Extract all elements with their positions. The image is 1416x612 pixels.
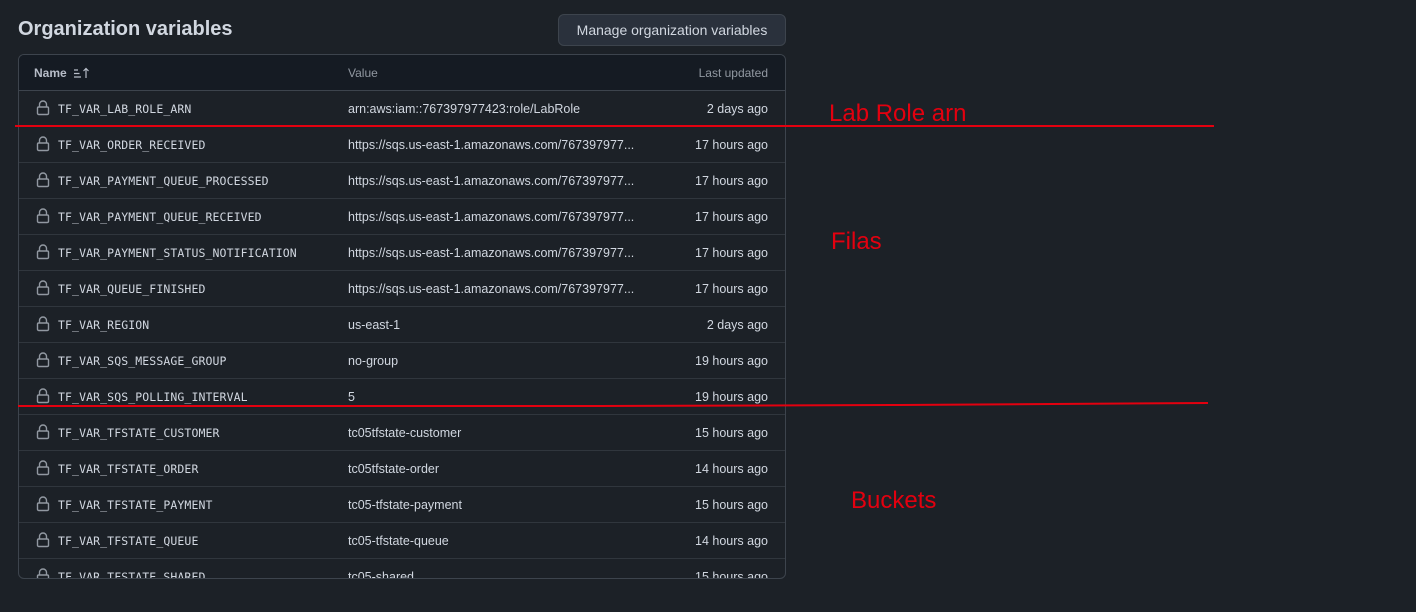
lock-icon bbox=[36, 424, 50, 440]
table-row[interactable]: TF_VAR_SQS_MESSAGE_GROUP no-group 19 hours… bbox=[19, 343, 785, 379]
variable-value: tc05-tfstate-queue bbox=[348, 533, 449, 548]
lock-icon bbox=[36, 100, 50, 116]
variable-name[interactable]: TF_VAR_ORDER_RECEIVED bbox=[58, 138, 206, 152]
variable-last-updated: 2 days ago bbox=[706, 101, 768, 116]
manage-organization-variables-button[interactable]: Manage organization variables bbox=[558, 14, 786, 46]
variable-value: us-east-1 bbox=[348, 317, 401, 332]
table-body: TF_VAR_LAB_ROLE_ARN arn:aws:iam::76739797… bbox=[19, 91, 785, 579]
value-column-header: Value bbox=[348, 65, 378, 80]
variable-name[interactable]: TF_VAR_TFSTATE_QUEUE bbox=[58, 534, 198, 548]
variable-name[interactable]: TF_VAR_TFSTATE_CUSTOMER bbox=[58, 426, 220, 440]
table-row[interactable]: TF_VAR_TFSTATE_QUEUE tc05-tfstate-queue 14… bbox=[19, 523, 785, 559]
variable-value: https://sqs.us-east-1.amazonaws.com/7673… bbox=[348, 281, 635, 296]
variable-last-updated: 15 hours ago bbox=[695, 425, 768, 440]
sort-ascending-icon bbox=[73, 67, 89, 78]
variable-last-updated: 17 hours ago bbox=[695, 209, 768, 224]
table-row[interactable]: TF_VAR_TFSTATE_CUSTOMER tc05tfstate-custo… bbox=[19, 415, 785, 451]
lock-icon bbox=[36, 496, 50, 512]
table-row[interactable]: TF_VAR_TFSTATE_SHARED tc05-shared 15 hours… bbox=[19, 559, 785, 579]
variable-last-updated: 14 hours ago bbox=[695, 533, 768, 548]
variable-last-updated: 14 hours ago bbox=[695, 461, 768, 476]
variable-last-updated: 19 hours ago bbox=[695, 353, 768, 368]
table-row[interactable]: TF_VAR_PAYMENT_STATUS_NOTIFICATION https:… bbox=[19, 235, 785, 271]
annotation-lab-role: Lab Role arn bbox=[829, 100, 967, 127]
name-column-header[interactable]: Name bbox=[34, 66, 91, 80]
variable-value: tc05tfstate-customer bbox=[348, 425, 462, 440]
lock-icon bbox=[36, 208, 50, 224]
table-row[interactable]: TF_VAR_TFSTATE_PAYMENT tc05-tfstate-payme… bbox=[19, 487, 785, 523]
variable-last-updated: 2 days ago bbox=[706, 317, 768, 332]
table-row[interactable]: TF_VAR_REGION us-east-1 2 days ago bbox=[19, 307, 785, 343]
table-row[interactable]: TF_VAR_LAB_ROLE_ARN arn:aws:iam::76739797… bbox=[19, 91, 785, 127]
lock-icon bbox=[36, 136, 50, 152]
lock-icon bbox=[36, 460, 50, 476]
lock-icon bbox=[36, 172, 50, 188]
lock-icon bbox=[36, 280, 50, 296]
variable-name[interactable]: TF_VAR_SQS_POLLING_INTERVAL bbox=[58, 390, 248, 404]
variable-name[interactable]: TF_VAR_QUEUE_FINISHED bbox=[58, 282, 206, 296]
variable-value: tc05-shared bbox=[348, 569, 415, 579]
variable-name[interactable]: TF_VAR_PAYMENT_QUEUE_PROCESSED bbox=[58, 174, 269, 188]
variable-last-updated: 15 hours ago bbox=[695, 497, 768, 512]
variable-value: arn:aws:iam::767397977423:role/LabRole bbox=[348, 101, 581, 116]
variable-name[interactable]: TF_VAR_PAYMENT_QUEUE_RECEIVED bbox=[58, 210, 262, 224]
variable-name[interactable]: TF_VAR_LAB_ROLE_ARN bbox=[58, 102, 191, 116]
variable-value: https://sqs.us-east-1.amazonaws.com/7673… bbox=[348, 173, 635, 188]
variable-value: no-group bbox=[348, 353, 399, 368]
table-row[interactable]: TF_VAR_PAYMENT_QUEUE_PROCESSED https://sq… bbox=[19, 163, 785, 199]
variable-name[interactable]: TF_VAR_PAYMENT_STATUS_NOTIFICATION bbox=[58, 246, 297, 260]
page-title: Organization variables bbox=[18, 18, 233, 40]
variable-value: https://sqs.us-east-1.amazonaws.com/7673… bbox=[348, 137, 635, 152]
lock-icon bbox=[36, 532, 50, 548]
variable-last-updated: 17 hours ago bbox=[695, 173, 768, 188]
annotation-buckets: Buckets bbox=[851, 487, 937, 514]
annotation-filas: Filas bbox=[831, 228, 882, 255]
lock-icon bbox=[36, 568, 50, 578]
variable-name[interactable]: TF_VAR_TFSTATE_SHARED bbox=[58, 570, 206, 579]
lock-icon bbox=[36, 244, 50, 260]
name-column-label: Name bbox=[34, 65, 67, 80]
variable-value: 5 bbox=[348, 389, 355, 404]
variable-last-updated: 17 hours ago bbox=[695, 245, 768, 260]
variable-value: https://sqs.us-east-1.amazonaws.com/7673… bbox=[348, 209, 635, 224]
variable-value: tc05-tfstate-payment bbox=[348, 497, 462, 512]
variable-last-updated: 19 hours ago bbox=[695, 389, 768, 404]
lock-icon bbox=[36, 316, 50, 332]
last-updated-column-header: Last updated bbox=[698, 65, 768, 80]
table-row[interactable]: TF_VAR_SQS_POLLING_INTERVAL 5 19 hours ago bbox=[19, 379, 785, 415]
variable-name[interactable]: TF_VAR_TFSTATE_ORDER bbox=[58, 462, 198, 476]
variable-name[interactable]: TF_VAR_TFSTATE_PAYMENT bbox=[58, 498, 213, 512]
table-header: Name Value Last updated bbox=[19, 55, 785, 91]
lock-icon bbox=[36, 388, 50, 404]
table-row[interactable]: TF_VAR_QUEUE_FINISHED https://sqs.us-east… bbox=[19, 271, 785, 307]
variable-last-updated: 17 hours ago bbox=[695, 137, 768, 152]
variable-value: https://sqs.us-east-1.amazonaws.com/7673… bbox=[348, 245, 635, 260]
lock-icon bbox=[36, 352, 50, 368]
variable-last-updated: 17 hours ago bbox=[695, 281, 768, 296]
table-row[interactable]: TF_VAR_ORDER_RECEIVED https://sqs.us-east… bbox=[19, 127, 785, 163]
table-row[interactable]: TF_VAR_PAYMENT_QUEUE_RECEIVED https://sqs… bbox=[19, 199, 785, 235]
variables-table: Name Value Last updated TF_VAR_LAB_ROLE_… bbox=[18, 54, 786, 579]
variable-value: tc05tfstate-order bbox=[348, 461, 440, 476]
variable-name[interactable]: TF_VAR_SQS_MESSAGE_GROUP bbox=[58, 354, 227, 368]
table-row[interactable]: TF_VAR_TFSTATE_ORDER tc05tfstate-order 14 … bbox=[19, 451, 785, 487]
variable-last-updated: 15 hours ago bbox=[695, 569, 768, 579]
variable-name[interactable]: TF_VAR_REGION bbox=[58, 318, 149, 332]
